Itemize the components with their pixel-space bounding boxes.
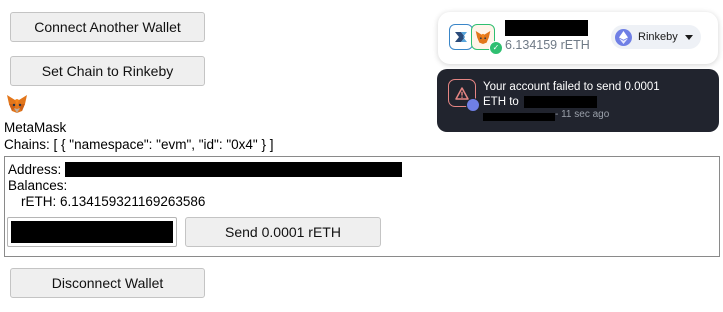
- reth-balance: rETH: 6.134159321169263586: [21, 194, 206, 209]
- network-selector[interactable]: Rinkeby: [611, 25, 701, 49]
- network-label: Rinkeby: [638, 31, 678, 43]
- set-chain-rinkeby-button[interactable]: Set Chain to Rinkeby: [10, 56, 205, 86]
- widget-balance: 6.134159 rETH: [505, 38, 590, 52]
- checkmark-icon: ✓: [489, 41, 503, 55]
- chains-info: Chains: [ { "namespace": "evm", "id": "0…: [4, 137, 274, 152]
- toast-timestamp: - 11 sec ago: [555, 109, 610, 120]
- metamask-fox-icon: [7, 95, 27, 113]
- toast-message-line2: ETH to: [483, 96, 519, 108]
- toast-recipient-redacted: [524, 96, 597, 108]
- recipient-address-redacted: [11, 221, 173, 243]
- connect-another-wallet-button[interactable]: Connect Another Wallet: [10, 12, 205, 42]
- toast-ethereum-icon: [466, 98, 480, 112]
- address-value-redacted: [65, 162, 402, 177]
- address-label: Address:: [8, 162, 62, 177]
- ethereum-icon: [615, 28, 632, 46]
- wallet-avatars[interactable]: ✓: [449, 24, 503, 55]
- account-name-redacted: [505, 20, 588, 36]
- connect-app-icon: [449, 24, 473, 50]
- balances-label: Balances:: [8, 178, 68, 193]
- disconnect-wallet-button[interactable]: Disconnect Wallet: [10, 268, 205, 298]
- recipient-address-input[interactable]: [7, 217, 177, 247]
- chevron-down-icon: [685, 34, 693, 40]
- toast-message-line1: Your account failed to send 0.0001: [483, 81, 660, 93]
- wallet-name: MetaMask: [4, 120, 67, 135]
- toast-hash-redacted: [483, 113, 555, 121]
- send-reth-button[interactable]: Send 0.0001 rETH: [185, 217, 381, 247]
